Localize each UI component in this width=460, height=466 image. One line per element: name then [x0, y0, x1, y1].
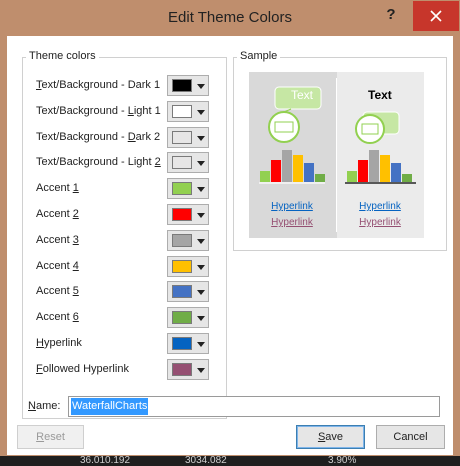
background-cell: 3.90%: [328, 455, 357, 466]
sample-bar: [271, 160, 281, 182]
color-swatch: [172, 363, 192, 376]
sample-label: Sample: [237, 50, 281, 62]
reset-label: eset: [44, 431, 65, 443]
theme-color-picker[interactable]: [167, 307, 209, 328]
sample-left-graphic: Text Hyperlink Hyperlink: [259, 86, 325, 228]
background-cell: 3034.082: [185, 455, 227, 466]
name-label-accesskey: N: [28, 400, 36, 412]
sample-left-hyperlink: Hyperlink: [271, 201, 314, 212]
color-swatch: [172, 182, 192, 195]
cancel-button[interactable]: Cancel: [376, 425, 445, 449]
theme-color-label: Accent 6: [36, 311, 79, 323]
dropdown-arrow-icon: [197, 316, 205, 321]
sample-right-hyperlink: Hyperlink: [359, 201, 402, 212]
sample-bar: [315, 174, 325, 182]
theme-color-label: Text/Background - Dark 1: [36, 79, 161, 91]
theme-color-label: Hyperlink: [36, 337, 82, 349]
sample-bar: [380, 155, 390, 182]
theme-color-label: Followed Hyperlink: [36, 363, 129, 375]
color-swatch: [172, 131, 192, 144]
theme-color-picker[interactable]: [167, 333, 209, 354]
color-swatch: [172, 234, 192, 247]
sample-bar: [391, 163, 401, 182]
close-icon: [430, 10, 442, 22]
sample-bar: [358, 160, 368, 182]
dropdown-arrow-icon: [197, 213, 205, 218]
theme-color-picker[interactable]: [167, 281, 209, 302]
theme-color-picker[interactable]: [167, 204, 209, 225]
dropdown-arrow-icon: [197, 136, 205, 141]
color-swatch: [172, 285, 192, 298]
color-swatch: [172, 260, 192, 273]
dropdown-arrow-icon: [197, 84, 205, 89]
theme-color-picker[interactable]: [167, 359, 209, 380]
theme-color-picker[interactable]: [167, 101, 209, 122]
theme-color-label: Accent 2: [36, 208, 79, 220]
theme-color-picker[interactable]: [167, 178, 209, 199]
theme-color-label: Accent 4: [36, 260, 79, 272]
reset-button[interactable]: Reset: [17, 425, 84, 449]
sample-left-text: Text: [291, 88, 314, 102]
reset-accesskey: R: [36, 431, 45, 443]
dropdown-arrow-icon: [197, 342, 205, 347]
color-swatch: [172, 79, 192, 92]
theme-color-picker[interactable]: [167, 75, 209, 96]
theme-color-label: Text/Background - Light 2: [36, 156, 161, 168]
background-sheet-strip: 36.010.192 3034.082 3.90%: [0, 455, 460, 466]
theme-color-label: Accent 3: [36, 234, 79, 246]
theme-color-label: Text/Background - Light 1: [36, 105, 161, 117]
help-button[interactable]: ?: [380, 4, 402, 26]
sample-bar: [347, 171, 357, 182]
theme-colors-label: Theme colors: [26, 50, 99, 62]
color-swatch: [172, 337, 192, 350]
sample-bar: [293, 155, 303, 182]
theme-color-picker[interactable]: [167, 152, 209, 173]
close-button[interactable]: [413, 1, 459, 31]
dropdown-arrow-icon: [197, 161, 205, 166]
color-swatch: [172, 105, 192, 118]
sample-dark-panel: Text Hyperlink Hyperlink: [249, 72, 335, 238]
save-label: ave: [325, 431, 344, 443]
sample-preview: Text Hyperlink Hyperlink Text Hyperlink …: [249, 72, 424, 238]
theme-color-label: Accent 5: [36, 285, 79, 297]
sample-left-followed-hyperlink: Hyperlink: [271, 217, 314, 228]
sample-bar: [260, 171, 270, 182]
name-label: Name:: [28, 400, 60, 412]
theme-color-picker[interactable]: [167, 256, 209, 277]
dropdown-arrow-icon: [197, 265, 205, 270]
theme-color-label: Text/Background - Dark 2: [36, 131, 161, 143]
sample-light-panel: Text Hyperlink Hyperlink: [337, 72, 424, 238]
name-label-rest: ame:: [35, 400, 61, 412]
theme-color-picker[interactable]: [167, 127, 209, 148]
sample-bar: [304, 163, 314, 182]
dropdown-arrow-icon: [197, 187, 205, 192]
name-input-value: WaterfallCharts: [71, 398, 149, 415]
dropdown-arrow-icon: [197, 368, 205, 373]
sample-right-graphic: Text Hyperlink Hyperlink: [345, 88, 416, 228]
color-swatch: [172, 208, 192, 221]
sample-right-text: Text: [368, 88, 392, 102]
theme-color-picker[interactable]: [167, 230, 209, 251]
color-swatch: [172, 311, 192, 324]
theme-color-label: Accent 1: [36, 182, 79, 194]
dropdown-arrow-icon: [197, 290, 205, 295]
name-input[interactable]: WaterfallCharts: [68, 396, 440, 417]
sample-bar: [402, 174, 412, 182]
background-cell: 36.010.192: [80, 455, 131, 466]
sample-bar: [369, 150, 379, 182]
sample-bar: [282, 150, 292, 182]
color-swatch: [172, 156, 192, 169]
sample-right-followed-hyperlink: Hyperlink: [359, 217, 402, 228]
dropdown-arrow-icon: [197, 110, 205, 115]
save-button[interactable]: Save: [296, 425, 365, 449]
dropdown-arrow-icon: [197, 239, 205, 244]
